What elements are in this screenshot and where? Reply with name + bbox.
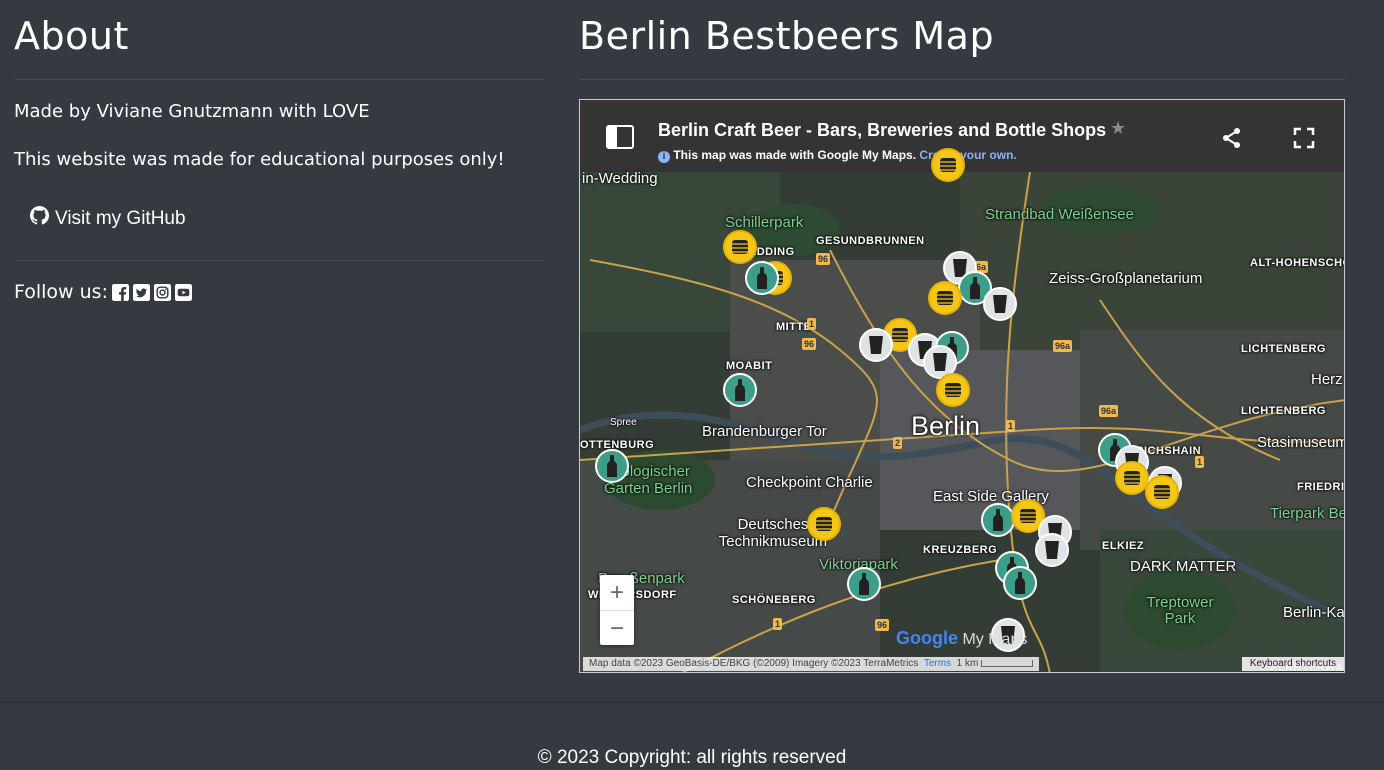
road-shield: 96 bbox=[802, 338, 817, 350]
map-label: SCHÖNEBERG bbox=[732, 594, 816, 606]
road-shield: 2 bbox=[893, 437, 903, 449]
map-label: LICHTENBERG bbox=[1241, 343, 1326, 355]
zoom-controls: + − bbox=[600, 575, 634, 645]
map-label: Berlin-Ka bbox=[1283, 604, 1345, 621]
map-label: LICHTENBERG bbox=[1241, 405, 1326, 417]
follow-label: Follow us: bbox=[14, 281, 108, 303]
sidebar-toggle-icon[interactable] bbox=[606, 125, 634, 153]
map-label: Zeiss-Großplanetarium bbox=[1049, 270, 1203, 287]
brewery-marker[interactable] bbox=[807, 507, 841, 541]
bar-marker[interactable] bbox=[859, 328, 893, 362]
made-by-text: Made by Viviane Gnutzmann with LOVE bbox=[14, 101, 370, 122]
road-shield: 96 bbox=[816, 253, 831, 265]
bar-marker[interactable] bbox=[1035, 533, 1069, 567]
youtube-square-icon[interactable] bbox=[174, 283, 192, 301]
fullscreen-icon[interactable] bbox=[1293, 127, 1315, 153]
map-label: DARK MATTER bbox=[1130, 558, 1237, 575]
divider bbox=[14, 260, 544, 261]
share-icon[interactable] bbox=[1221, 127, 1243, 153]
bottle-shop-marker[interactable] bbox=[723, 373, 757, 407]
scale-bar bbox=[981, 659, 1034, 667]
copyright-text: © 2023 Copyright: all rights reserved bbox=[537, 747, 847, 768]
map-label: Tierpark Be bbox=[1270, 505, 1345, 522]
road-shield: 1 bbox=[1195, 456, 1205, 468]
scale-label: 1 km bbox=[956, 658, 979, 669]
map-label: Checkpoint Charlie bbox=[746, 474, 873, 491]
zoom-in-button[interactable]: + bbox=[600, 575, 634, 611]
map-label: Berlin bbox=[911, 411, 981, 441]
github-icon bbox=[30, 206, 49, 231]
map-label: FRIEDRICHSFELDE bbox=[1297, 481, 1345, 493]
brewery-marker[interactable] bbox=[723, 230, 757, 264]
road-shield: 96a bbox=[1053, 340, 1073, 352]
map-note-text: This map was made with Google My Maps. bbox=[673, 148, 917, 162]
road-shield: 1 bbox=[807, 318, 817, 330]
divider bbox=[579, 79, 1345, 80]
map-label: ALT-HOHENSCHÖN bbox=[1250, 257, 1344, 269]
road-shield: 1 bbox=[1006, 420, 1016, 432]
follow-us: Follow us: bbox=[14, 281, 192, 303]
footer: © 2023 Copyright: all rights reserved bbox=[0, 702, 1384, 770]
map-label: GESUNDBRUNNEN bbox=[816, 235, 925, 247]
map-label: Strandbad Weißensee bbox=[985, 206, 1134, 223]
embedded-map[interactable]: Berlin Craft Beer - Bars, Breweries and … bbox=[579, 99, 1345, 673]
purpose-text: This website was made for educational pu… bbox=[14, 149, 505, 170]
map-label: ELKIEZ bbox=[1102, 540, 1145, 552]
keyboard-shortcuts-button[interactable]: Keyboard shortcuts bbox=[1241, 657, 1344, 671]
map-title: Berlin Craft Beer - Bars, Breweries and … bbox=[658, 120, 1107, 140]
map-label: Spree bbox=[610, 417, 637, 428]
divider bbox=[14, 79, 544, 80]
twitter-square-icon[interactable] bbox=[132, 283, 150, 301]
brewery-marker[interactable] bbox=[1145, 475, 1179, 509]
zoom-out-button[interactable]: − bbox=[600, 611, 634, 646]
bottle-shop-marker[interactable] bbox=[745, 261, 779, 295]
about-title: About bbox=[14, 14, 129, 58]
brewery-marker[interactable] bbox=[1115, 461, 1149, 495]
road-shield: 96 bbox=[875, 619, 890, 631]
road-shield: 96a bbox=[1099, 405, 1119, 417]
map-label: MOABIT bbox=[726, 360, 773, 372]
map-attribution: Map data ©2023 GeoBasis-DE/BKG (©2009) I… bbox=[583, 657, 1040, 671]
map-label: Herz bbox=[1311, 371, 1343, 388]
github-label: Visit my GitHub bbox=[55, 207, 186, 229]
map-label: Brandenburger Tor bbox=[702, 423, 827, 440]
brewery-marker[interactable] bbox=[936, 373, 970, 407]
map-label: Stasimuseum bbox=[1257, 434, 1345, 451]
github-link[interactable]: Visit my GitHub bbox=[30, 206, 186, 231]
facebook-square-icon[interactable] bbox=[111, 283, 129, 301]
map-label: KREUZBERG bbox=[923, 544, 998, 556]
bottle-shop-marker[interactable] bbox=[847, 567, 881, 601]
map-label: Schillerpark bbox=[725, 214, 804, 231]
instagram-icon[interactable] bbox=[153, 283, 171, 301]
map-label: in-Wedding bbox=[582, 170, 658, 187]
info-icon: i bbox=[658, 151, 670, 163]
attribution-text: Map data ©2023 GeoBasis-DE/BKG (©2009) I… bbox=[589, 658, 919, 669]
road-shield: 1 bbox=[773, 618, 783, 630]
terms-link[interactable]: Terms bbox=[924, 658, 951, 669]
google-my-maps-logo: Google My Maps bbox=[896, 628, 1028, 648]
bottle-shop-marker[interactable] bbox=[595, 449, 629, 483]
brewery-marker[interactable] bbox=[928, 281, 962, 315]
bottle-shop-marker[interactable] bbox=[981, 503, 1015, 537]
map-label: Treptower Park bbox=[1146, 594, 1214, 627]
star-icon[interactable]: ★ bbox=[1110, 118, 1126, 139]
brewery-marker[interactable] bbox=[931, 148, 965, 182]
map-section-title: Berlin Bestbeers Map bbox=[579, 14, 995, 58]
bar-marker[interactable] bbox=[983, 287, 1017, 321]
bottle-shop-marker[interactable] bbox=[1003, 566, 1037, 600]
